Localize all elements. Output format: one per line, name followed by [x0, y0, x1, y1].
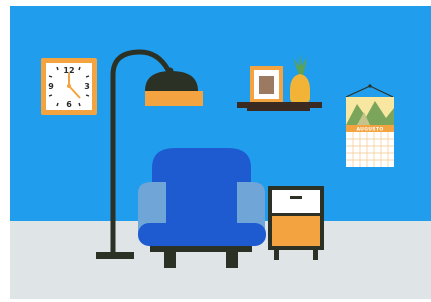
living-room-illustration: 12 3 6 9 AUGUSTO [0, 0, 431, 302]
side-cabinet [268, 186, 324, 260]
cabinet-bottom-panel [272, 216, 320, 246]
cabinet-leg-left [274, 250, 279, 260]
armchair-seat [138, 223, 266, 246]
wall-clock-icon: 12 3 6 9 [41, 58, 97, 115]
cabinet-leg-right [313, 250, 318, 260]
cabinet-top-panel [272, 190, 320, 213]
clock-number-9: 9 [48, 82, 54, 91]
lamp-shade-band [145, 91, 203, 106]
armchair-back [152, 148, 251, 225]
photo-frame-icon [250, 66, 283, 103]
lamp-base [96, 252, 134, 259]
calendar-month-label: AUGUSTO [356, 127, 383, 133]
clock-number-3: 3 [84, 82, 90, 91]
clock-number-6: 6 [66, 100, 72, 109]
armchair [138, 148, 266, 268]
